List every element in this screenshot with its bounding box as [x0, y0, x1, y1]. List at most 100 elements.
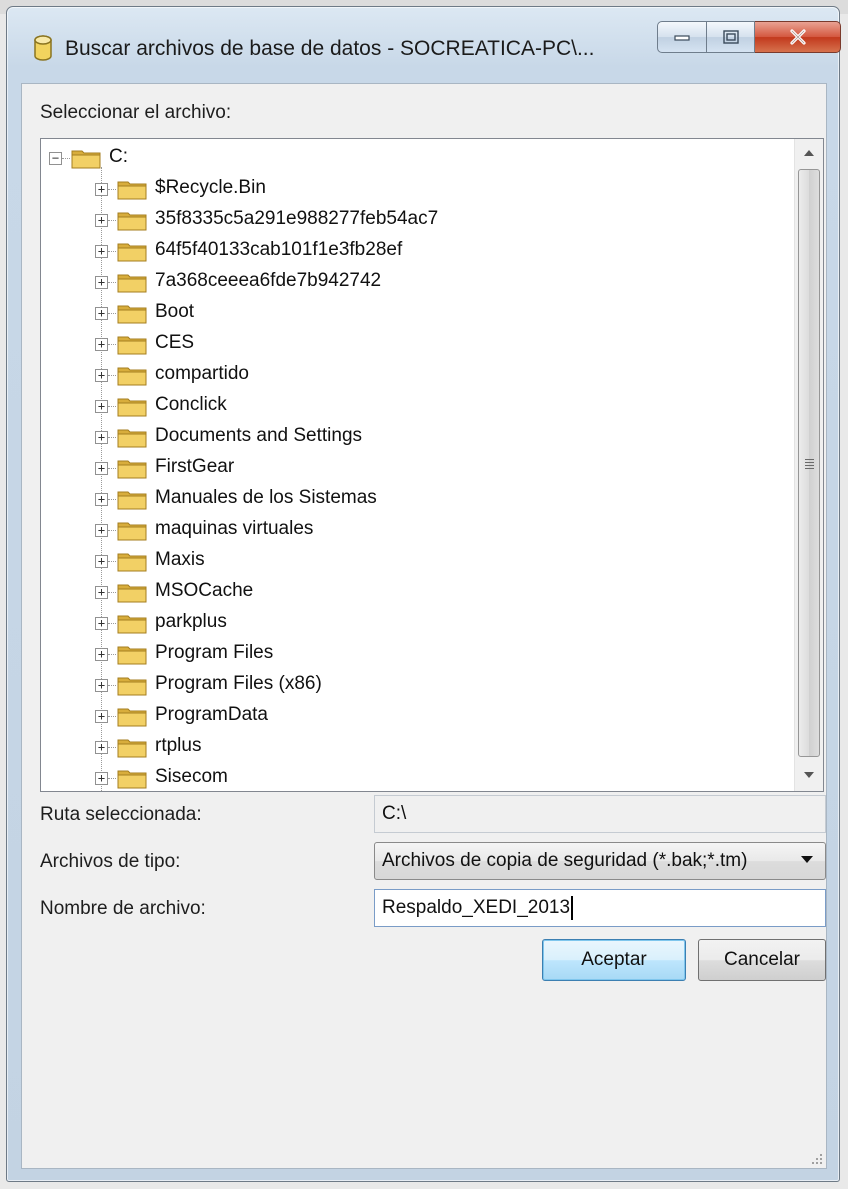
- tree-node-label: Boot: [155, 301, 195, 322]
- tree-folder-node[interactable]: + Maxis: [41, 546, 781, 577]
- tree-folder-node[interactable]: + Manuales de los Sistemas: [41, 484, 781, 515]
- tree-node-label: MSOCache: [155, 580, 254, 601]
- expand-icon[interactable]: +: [95, 741, 108, 754]
- file-name-input[interactable]: Respaldo_XEDI_2013: [374, 889, 826, 927]
- scrollbar-thumb[interactable]: [798, 169, 820, 757]
- expand-icon[interactable]: +: [95, 431, 108, 444]
- vertical-scrollbar[interactable]: [794, 139, 823, 791]
- dialog-window: Buscar archivos de base de datos - SOCRE…: [6, 6, 841, 1182]
- tree-folder-node[interactable]: + Documents and Settings: [41, 422, 781, 453]
- expand-icon[interactable]: +: [95, 338, 108, 351]
- maximize-icon: [722, 30, 739, 44]
- tree-node-label: FirstGear: [155, 456, 235, 477]
- folder-icon: [117, 739, 147, 758]
- grip-line: [805, 462, 814, 463]
- tree-folder-node[interactable]: + parkplus: [41, 608, 781, 639]
- expand-icon[interactable]: +: [95, 617, 108, 630]
- close-button[interactable]: [755, 21, 841, 53]
- tree-node-label: Program Files: [155, 642, 274, 663]
- tree-folder-node[interactable]: + Program Files (x86): [41, 670, 781, 701]
- window-title: Buscar archivos de base de datos - SOCRE…: [65, 37, 595, 60]
- tree-connector: [108, 437, 116, 438]
- title-bar[interactable]: Buscar archivos de base de datos - SOCRE…: [7, 7, 841, 83]
- folder-icon: [117, 584, 147, 603]
- tree-folder-node[interactable]: +35f8335c5a291e988277feb54ac7: [41, 205, 781, 236]
- folder-icon: [117, 491, 147, 510]
- expand-icon[interactable]: +: [95, 586, 108, 599]
- expand-icon[interactable]: +: [95, 648, 108, 661]
- expand-icon[interactable]: +: [95, 307, 108, 320]
- expand-icon[interactable]: +: [95, 245, 108, 258]
- tree-folder-node[interactable]: + Boot: [41, 298, 781, 329]
- expand-icon[interactable]: +: [95, 493, 108, 506]
- tree-folder-node[interactable]: + Sisecom: [41, 763, 781, 791]
- tree-connector: [108, 685, 116, 686]
- tree-folder-node[interactable]: + $Recycle.Bin: [41, 174, 781, 205]
- tree-folder-node[interactable]: +7a368ceeea6fde7b942742: [41, 267, 781, 298]
- arrow-up-icon: [804, 150, 814, 156]
- expand-icon[interactable]: +: [95, 276, 108, 289]
- tree-node-label: C:: [109, 146, 128, 167]
- file-type-select[interactable]: Archivos de copia de seguridad (*.bak;*.…: [374, 842, 826, 880]
- cancel-button[interactable]: Cancelar: [698, 939, 826, 981]
- select-file-label: Seleccionar el archivo:: [40, 102, 232, 123]
- grip-line: [805, 468, 814, 469]
- scroll-up-button[interactable]: [795, 139, 823, 167]
- tree-connector: [108, 561, 116, 562]
- minimize-button[interactable]: [657, 21, 707, 53]
- tree-folder-node[interactable]: + MSOCache: [41, 577, 781, 608]
- tree-node-label: CES: [155, 332, 195, 353]
- collapse-icon[interactable]: −: [49, 152, 62, 165]
- expand-icon[interactable]: +: [95, 369, 108, 382]
- tree-folder-node[interactable]: + CES: [41, 329, 781, 360]
- accept-button[interactable]: Aceptar: [542, 939, 686, 981]
- expand-icon[interactable]: +: [95, 555, 108, 568]
- folder-icon: [117, 522, 147, 541]
- tree-folder-node[interactable]: +64f5f40133cab101f1e3fb28ef: [41, 236, 781, 267]
- expand-icon[interactable]: +: [95, 462, 108, 475]
- file-tree[interactable]: − C: + $Recycle.Bin +35f8335c5a291e988277feb…: [40, 138, 824, 792]
- expand-icon[interactable]: +: [95, 710, 108, 723]
- expand-icon[interactable]: +: [95, 772, 108, 785]
- tree-connector: [108, 189, 116, 190]
- tree-connector: [108, 778, 116, 779]
- dialog-client-area: Seleccionar el archivo: − C: + $Recycle.Bin…: [21, 83, 827, 1169]
- resize-grip-icon[interactable]: [810, 1152, 824, 1166]
- tree-folder-node[interactable]: + Conclick: [41, 391, 781, 422]
- file-type-label: Archivos de tipo:: [40, 851, 181, 872]
- tree-connector: [108, 716, 116, 717]
- tree-folder-node[interactable]: + FirstGear: [41, 453, 781, 484]
- tree-node-label: Conclick: [155, 394, 227, 415]
- expand-icon[interactable]: +: [95, 679, 108, 692]
- tree-connector: [108, 530, 116, 531]
- tree-node-label: Documents and Settings: [155, 425, 363, 446]
- folder-icon: [117, 181, 147, 200]
- tree-connector: [108, 313, 116, 314]
- tree-connector: [108, 282, 116, 283]
- scroll-down-button[interactable]: [795, 761, 823, 789]
- tree-folder-node[interactable]: + Program Files: [41, 639, 781, 670]
- tree-node-label: ProgramData: [155, 704, 268, 725]
- window-controls: [657, 21, 841, 55]
- folder-icon: [117, 305, 147, 324]
- tree-connector: [108, 375, 116, 376]
- expand-icon[interactable]: +: [95, 524, 108, 537]
- tree-connector: [108, 747, 116, 748]
- tree-node-label: Sisecom: [155, 766, 228, 787]
- folder-icon: [117, 243, 147, 262]
- tree-folder-node[interactable]: + compartido: [41, 360, 781, 391]
- maximize-button[interactable]: [707, 21, 755, 53]
- expand-icon[interactable]: +: [95, 400, 108, 413]
- selected-path-label: Ruta seleccionada:: [40, 804, 202, 825]
- tree-node-label: compartido: [155, 363, 249, 384]
- expand-icon[interactable]: +: [95, 183, 108, 196]
- text-caret: [571, 896, 574, 920]
- tree-folder-node[interactable]: + rtplus: [41, 732, 781, 763]
- tree-folder-node[interactable]: + ProgramData: [41, 701, 781, 732]
- tree-folder-node[interactable]: + maquinas virtuales: [41, 515, 781, 546]
- tree-root-node[interactable]: − C:: [41, 143, 781, 174]
- tree-connector: [108, 592, 116, 593]
- tree-connector: [108, 468, 116, 469]
- expand-icon[interactable]: +: [95, 214, 108, 227]
- folder-icon: [117, 460, 147, 479]
